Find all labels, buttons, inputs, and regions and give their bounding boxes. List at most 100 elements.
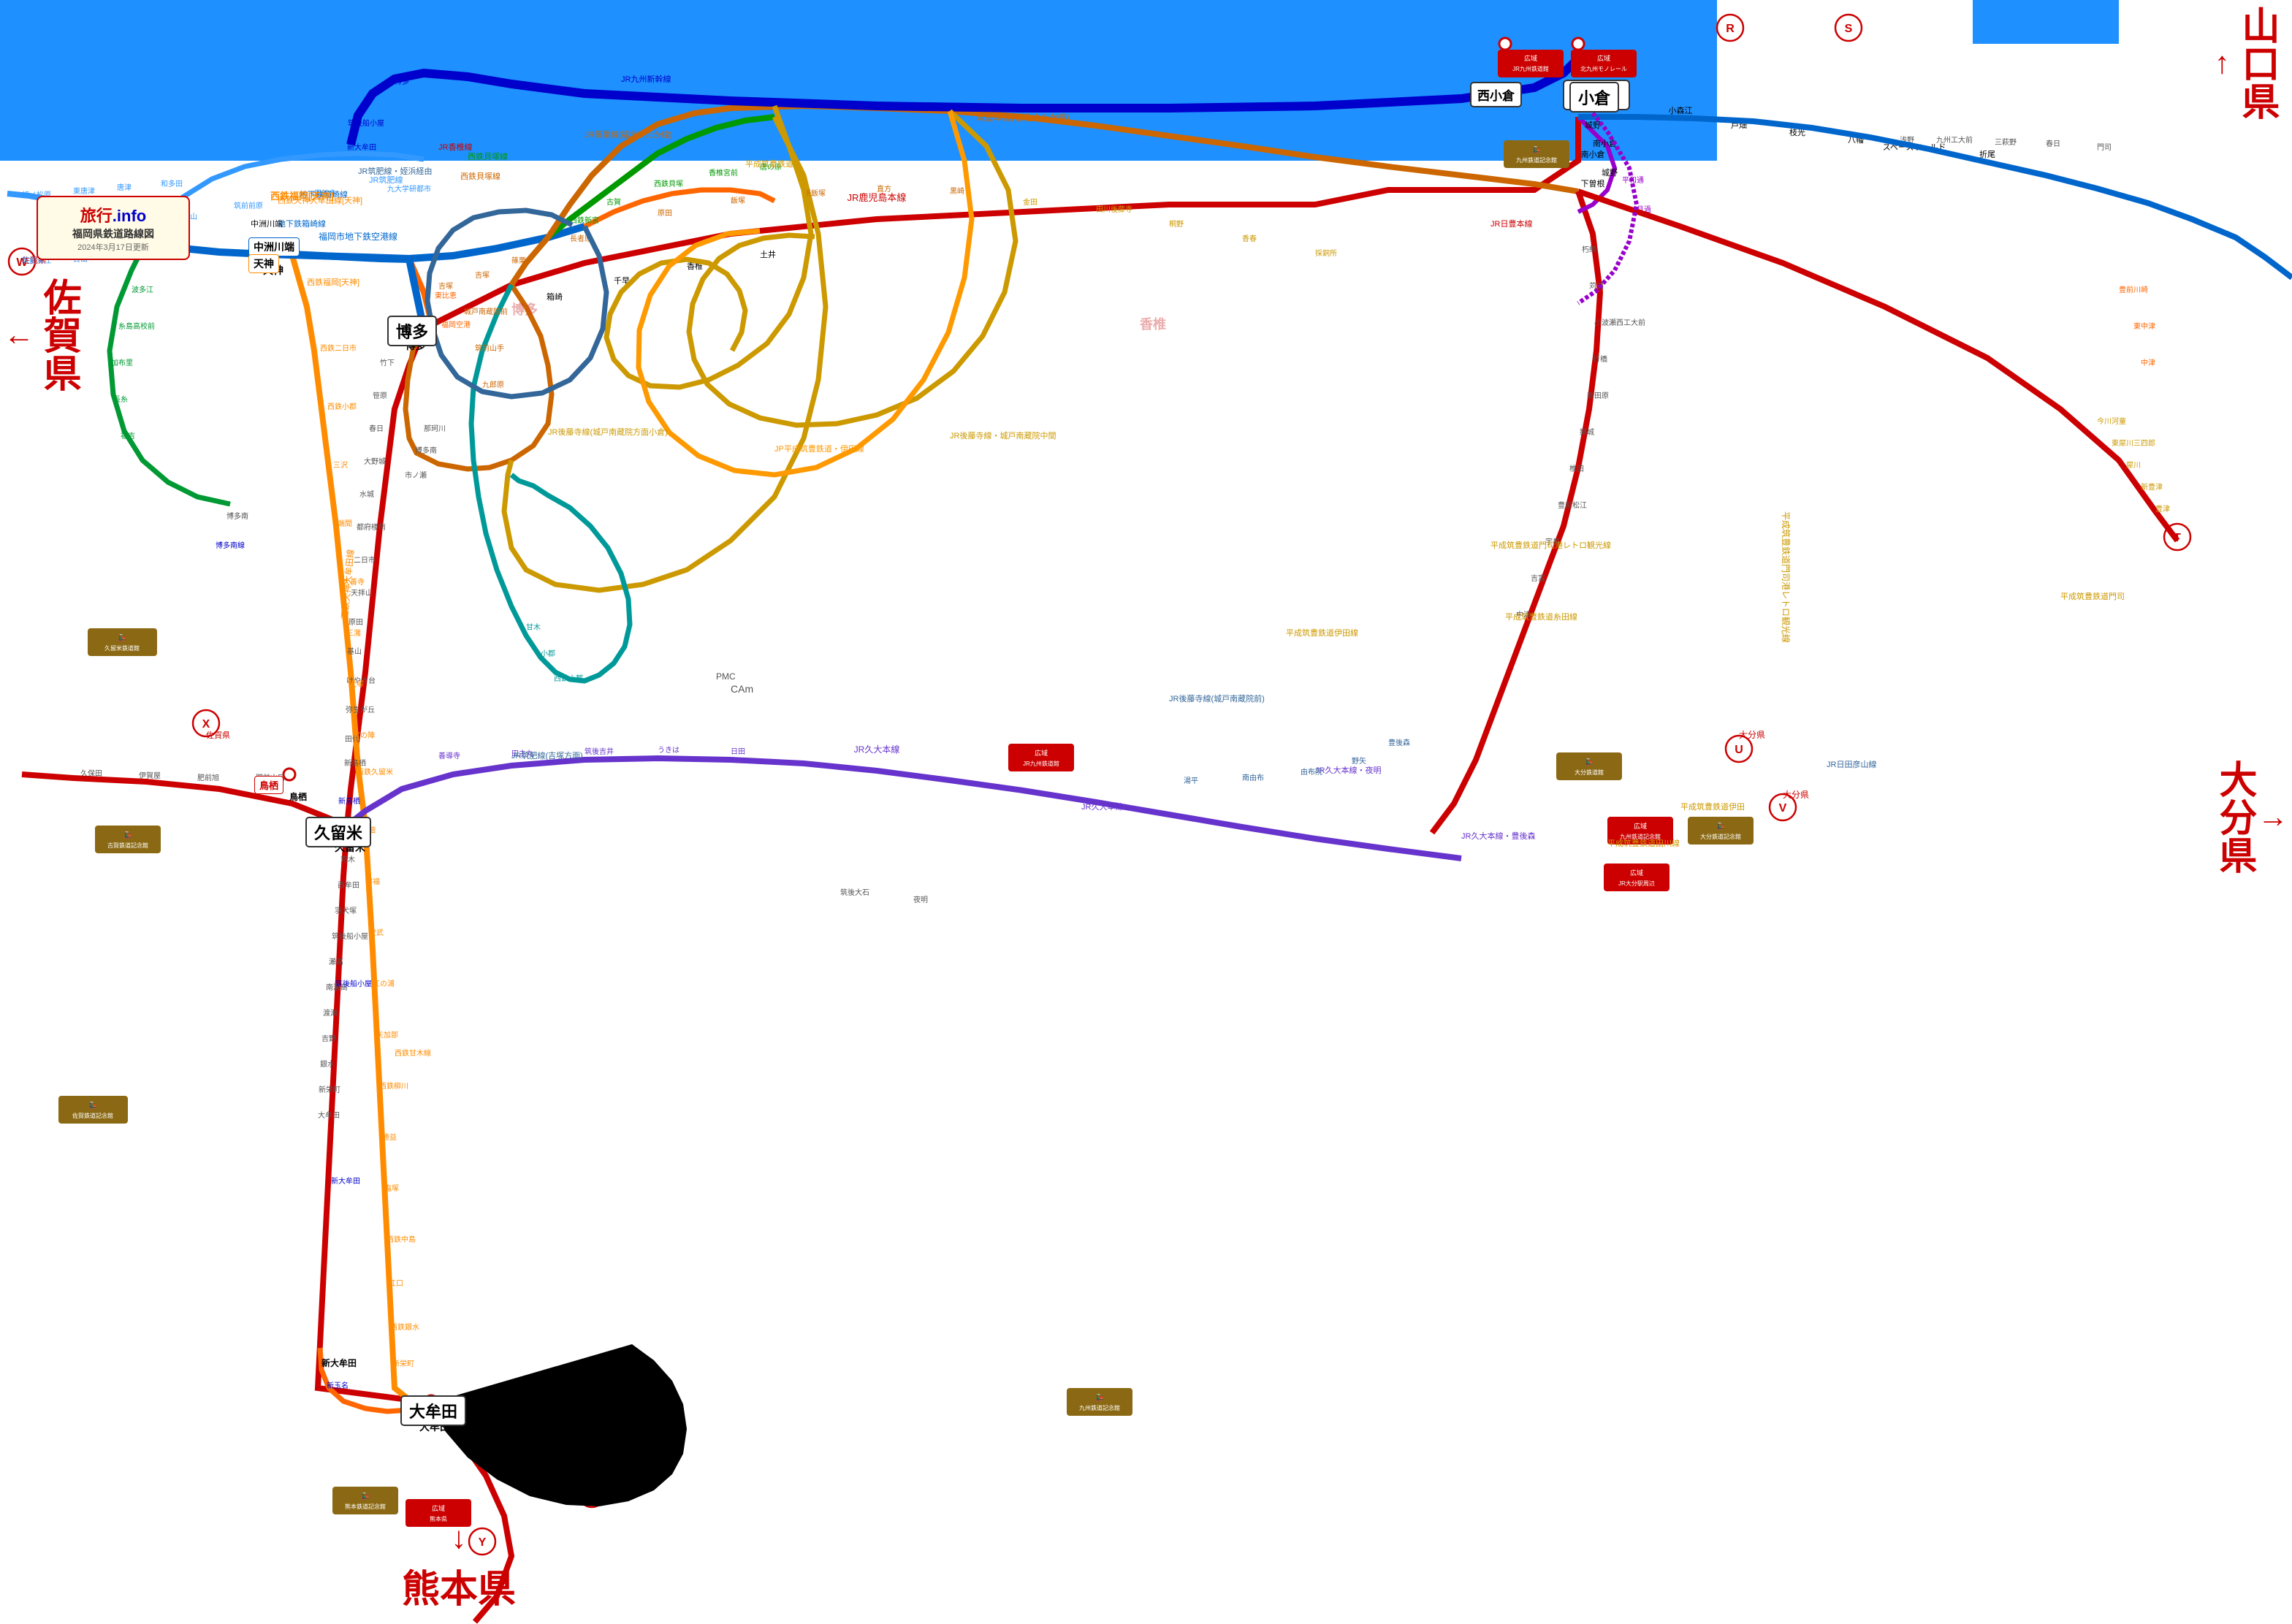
svg-text:今川河童: 今川河童 (2097, 416, 2126, 426)
svg-text:加布里: 加布里 (111, 359, 133, 367)
svg-text:筑後船小屋: 筑後船小屋 (332, 931, 368, 941)
svg-text:筑前前原: 筑前前原 (234, 201, 263, 210)
svg-text:和多田: 和多田 (161, 179, 183, 188)
svg-text:採銅所: 採銅所 (1315, 248, 1337, 258)
svg-text:香椎宮前: 香椎宮前 (709, 168, 738, 178)
svg-text:西鉄中島: 西鉄中島 (387, 1235, 416, 1244)
svg-text:JR日田彦山線: JR日田彦山線 (1827, 759, 1876, 769)
svg-text:安武: 安武 (369, 928, 384, 937)
svg-text:西鉄小郡: 西鉄小郡 (327, 402, 357, 411)
svg-text:福岡市地下鉄空港線: 福岡市地下鉄空港線 (319, 231, 397, 242)
svg-text:平成筑豊鉄道門司港レトロ観光線: 平成筑豊鉄道門司港レトロ観光線 (1490, 540, 1611, 550)
svg-text:三潴: 三潴 (346, 628, 361, 638)
svg-text:行橋: 行橋 (1593, 354, 1607, 364)
svg-text:豊前川崎: 豊前川崎 (2119, 285, 2148, 294)
svg-text:西鉄貝塚: 西鉄貝塚 (654, 179, 683, 188)
svg-text:JR筑肥線・姪浜経由: JR筑肥線・姪浜経由 (358, 166, 432, 176)
map-date: 2024年3月17日更新 (47, 241, 180, 253)
svg-text:春日: 春日 (369, 424, 384, 433)
svg-text:西鉄二日市: 西鉄二日市 (320, 343, 357, 353)
svg-text:筑前山手: 筑前山手 (475, 343, 504, 353)
svg-text:黒崎: 黒崎 (950, 186, 964, 196)
svg-text:九大学研都市: 九大学研都市 (387, 184, 431, 194)
jr-line-area-label: 西鉄福岡[天神] (270, 188, 334, 202)
svg-text:JR久大本線・豊後森: JR久大本線・豊後森 (1461, 831, 1535, 841)
svg-text:🚂: 🚂 (1095, 1393, 1103, 1401)
tenjin-station-label: 天神 (248, 254, 279, 273)
svg-text:北九州モノレール: 北九州モノレール (1580, 66, 1627, 72)
svg-text:新田原: 新田原 (1587, 391, 1609, 400)
svg-text:長糸: 長糸 (113, 395, 128, 404)
svg-text:西鉄甘木線: 西鉄甘木線 (395, 1048, 431, 1058)
svg-text:新大牟田: 新大牟田 (321, 1357, 357, 1368)
svg-text:三萩野: 三萩野 (1995, 138, 2017, 147)
svg-text:地下鉄箱崎線: 地下鉄箱崎線 (278, 218, 326, 229)
svg-text:糸島高校前: 糸島高校前 (118, 321, 155, 331)
svg-text:広域: 広域 (1634, 822, 1647, 830)
svg-text:江の浦: 江の浦 (373, 979, 395, 988)
svg-text:西鉄柳川: 西鉄柳川 (379, 1081, 408, 1091)
svg-text:古賀: 古賀 (606, 197, 621, 207)
svg-text:吉富: 吉富 (1531, 573, 1545, 583)
svg-text:新大牟田: 新大牟田 (347, 142, 376, 152)
svg-text:湯平: 湯平 (1184, 776, 1198, 785)
svg-text:博多: 博多 (511, 302, 538, 317)
svg-text:小郡: 小郡 (541, 649, 555, 658)
map-subtitle: 福岡県鉄道路線図 (47, 226, 180, 241)
svg-text:水城: 水城 (359, 490, 374, 499)
svg-text:原田: 原田 (658, 209, 672, 218)
svg-text:JR九州新幹線: JR九州新幹線 (621, 74, 671, 84)
svg-text:伊賀屋: 伊賀屋 (139, 771, 161, 780)
svg-text:天拝山: 天拝山 (351, 588, 373, 598)
svg-text:筑豊本線(福北ゆたか線): 筑豊本線(福北ゆたか線) (976, 112, 1070, 123)
svg-text:新鳥栖: 新鳥栖 (344, 758, 366, 768)
svg-text:🚂: 🚂 (1585, 758, 1593, 766)
svg-text:福吉: 福吉 (121, 431, 135, 441)
svg-text:原田: 原田 (349, 618, 363, 627)
svg-text:広域: 広域 (1597, 54, 1610, 62)
svg-text:東犀川三四郎: 東犀川三四郎 (2112, 438, 2155, 448)
svg-text:平成筑豊鉄道伊田線: 平成筑豊鉄道伊田線 (1286, 628, 1358, 638)
svg-text:古賀鉄道記念館: 古賀鉄道記念館 (107, 842, 148, 849)
svg-text:JR九州鉄道館: JR九州鉄道館 (1023, 760, 1059, 767)
svg-text:西鉄久留米: 西鉄久留米 (357, 767, 393, 777)
svg-text:R: R (1726, 23, 1735, 35)
svg-text:JR日豊本線: JR日豊本線 (1490, 218, 1532, 229)
svg-text:江口: 江口 (389, 1279, 403, 1288)
svg-text:香椎: 香椎 (1139, 316, 1166, 332)
svg-text:那珂川: 那珂川 (424, 424, 446, 433)
kurume-station-box: 久留米 (305, 817, 371, 847)
svg-text:瀬高: 瀬高 (329, 957, 343, 967)
svg-text:🚂: 🚂 (1716, 822, 1724, 830)
svg-text:🚂: 🚂 (88, 1101, 96, 1109)
nishi-kokura-station-box: 西小倉 (1470, 82, 1522, 107)
svg-text:銀水: 銀水 (320, 1059, 335, 1069)
omuta-station-box: 大牟田 (400, 1395, 466, 1426)
svg-text:うきは: うきは (658, 746, 679, 755)
svg-text:平成筑豊鉄道糸田線: 平成筑豊鉄道糸田線 (1505, 611, 1577, 622)
svg-text:甘木: 甘木 (526, 622, 541, 632)
svg-text:大野城: 大野城 (364, 457, 386, 466)
svg-text:吉塚: 吉塚 (475, 271, 490, 280)
svg-text:大分県: 大分県 (1783, 790, 1809, 800)
kokura-station-box: 小倉 (1569, 82, 1619, 113)
svg-text:田川後藤寺: 田川後藤寺 (1096, 205, 1132, 214)
svg-text:筑後大石: 筑後大石 (840, 888, 869, 897)
svg-text:新栄町: 新栄町 (392, 1359, 414, 1368)
svg-text:南小倉: 南小倉 (1581, 149, 1605, 159)
svg-text:九郎原: 九郎原 (482, 380, 504, 389)
svg-text:九州工大前: 九州工大前 (1936, 135, 1973, 145)
svg-text:豊前松江: 豊前松江 (1558, 500, 1587, 510)
svg-text:唐津: 唐津 (117, 183, 132, 192)
svg-text:竹下: 竹下 (380, 358, 395, 367)
svg-text:宮の陣: 宮の陣 (353, 731, 375, 740)
svg-text:X: X (202, 718, 210, 731)
svg-text:西鉄福岡[天神]: 西鉄福岡[天神] (307, 277, 359, 287)
svg-text:JR大分駅周辺: JR大分駅周辺 (1618, 880, 1655, 887)
svg-text:西鉄貝塚線: 西鉄貝塚線 (460, 171, 500, 181)
svg-text:平成筑豊鉄道門司港レトロ観光線: 平成筑豊鉄道門司港レトロ観光線 (1781, 511, 1792, 643)
site-name: 旅行.info (47, 203, 180, 226)
map-title-box: 旅行.info 福岡県鉄道路線図 2024年3月17日更新 (37, 196, 190, 260)
svg-text:直方: 直方 (877, 184, 891, 194)
svg-text:夜明: 夜明 (913, 895, 928, 904)
